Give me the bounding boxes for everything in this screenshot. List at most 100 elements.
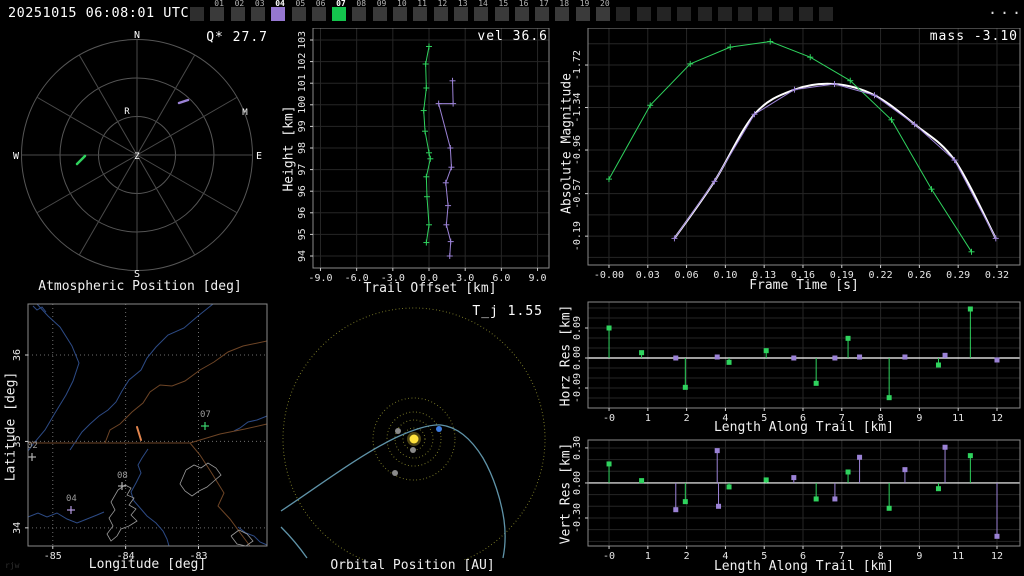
station-square-slot-22[interactable] bbox=[636, 7, 651, 21]
station-label-09: 09 bbox=[376, 0, 387, 8]
station-square-slot-29[interactable] bbox=[778, 7, 793, 21]
data-point bbox=[763, 477, 769, 483]
horz-res-ylabel: Horz Res [km] bbox=[558, 304, 574, 407]
y-tick-label: 100 bbox=[297, 96, 308, 114]
y-tick-label: 97 bbox=[297, 164, 308, 176]
station-square-14[interactable] bbox=[474, 7, 489, 21]
data-point bbox=[857, 354, 863, 360]
station-square-12[interactable] bbox=[433, 7, 448, 21]
station-square-slot-21[interactable] bbox=[616, 7, 631, 21]
polar-spoke bbox=[36, 154, 138, 214]
station-square-slot-27[interactable] bbox=[738, 7, 753, 21]
station-label-07: 07 bbox=[336, 0, 346, 8]
data-point bbox=[935, 486, 941, 492]
station-square-slot-28[interactable] bbox=[758, 7, 773, 21]
polar-spoke bbox=[136, 96, 238, 156]
watermark: rjw bbox=[5, 561, 20, 570]
vert-res-canvas: -0 1 2 4 5 6 7 8 9 11 120.300.00-0.30 bbox=[572, 436, 1021, 562]
y-tick-label: 98 bbox=[297, 142, 308, 154]
series-line-station-07 bbox=[608, 41, 972, 253]
station-marker-label-07: 07 bbox=[200, 410, 211, 420]
station-square-slot-30[interactable] bbox=[799, 7, 813, 21]
station-04-track bbox=[177, 98, 190, 105]
y-tick-label: -0.19 bbox=[572, 221, 583, 251]
station-square-10[interactable] bbox=[393, 7, 407, 21]
data-point bbox=[716, 503, 722, 509]
station-square-05[interactable] bbox=[291, 7, 306, 21]
station-label-08: 08 bbox=[356, 0, 367, 8]
map-urban-area bbox=[106, 484, 138, 542]
station-label-04: 04 bbox=[275, 0, 285, 8]
data-point bbox=[606, 325, 612, 331]
station-square-slot-31[interactable] bbox=[819, 7, 834, 21]
station-square-20[interactable] bbox=[596, 7, 610, 21]
compass-E: E bbox=[256, 151, 262, 162]
polar-spoke bbox=[136, 54, 196, 156]
station-square-15[interactable] bbox=[494, 7, 509, 21]
y-tick-label: 96 bbox=[297, 207, 308, 219]
map-river bbox=[233, 415, 268, 432]
sky-stat: Q* 27.7 bbox=[206, 30, 268, 45]
data-point bbox=[726, 359, 732, 365]
marker-label-M: M bbox=[242, 108, 248, 118]
y-tick-label: 99 bbox=[297, 120, 308, 132]
station-square-09[interactable] bbox=[372, 7, 387, 21]
station-square-19[interactable] bbox=[575, 7, 590, 21]
sky-plot-canvas: NESW ZR M bbox=[13, 30, 262, 280]
data-point bbox=[994, 357, 1000, 363]
overflow-ellipsis[interactable]: ... bbox=[988, 0, 1024, 18]
data-point bbox=[994, 533, 1000, 539]
mars-dot bbox=[392, 470, 398, 476]
vert-res-ylabel: Vert Res [km] bbox=[558, 442, 574, 545]
station-square-16[interactable] bbox=[514, 7, 529, 21]
station-square-06[interactable] bbox=[311, 7, 326, 21]
y-tick-label: 0.09 bbox=[572, 316, 583, 340]
trail-xlabel: Trail Offset [km] bbox=[363, 281, 497, 296]
station-label-15: 15 bbox=[498, 0, 509, 8]
data-point bbox=[845, 469, 851, 475]
station-label-03: 03 bbox=[254, 0, 265, 8]
station-square-slot-26[interactable] bbox=[717, 7, 732, 21]
meteoroid-orbit bbox=[280, 424, 506, 559]
data-point bbox=[886, 505, 892, 511]
data-point bbox=[673, 507, 679, 513]
station-square-07[interactable] bbox=[332, 7, 347, 21]
station-label-11: 11 bbox=[417, 0, 427, 8]
map-border bbox=[189, 423, 268, 444]
map-river bbox=[27, 303, 80, 452]
data-point bbox=[726, 484, 732, 490]
trail-plot-canvas: -9.0 -6.0 -3.0 0.0 3.0 6.0 9.01031021011009998… bbox=[297, 28, 550, 284]
data-point bbox=[967, 453, 973, 459]
station-square-18[interactable] bbox=[555, 7, 570, 21]
station-square-slot-0[interactable] bbox=[190, 7, 204, 21]
station-square-slot-25[interactable] bbox=[697, 7, 712, 21]
station-square-11[interactable] bbox=[413, 7, 428, 21]
station-square-01[interactable] bbox=[210, 7, 225, 21]
data-point bbox=[942, 352, 948, 358]
map-border bbox=[104, 340, 268, 444]
mercury-dot bbox=[410, 447, 416, 453]
data-point bbox=[942, 444, 948, 450]
station-square-17[interactable] bbox=[535, 7, 550, 21]
station-square-08[interactable] bbox=[352, 7, 367, 21]
marker-label-Z: Z bbox=[134, 152, 140, 162]
station-square-slot-24[interactable] bbox=[677, 7, 692, 21]
plot-frame bbox=[587, 28, 1021, 266]
vel-stat: vel 36.6 bbox=[477, 29, 548, 44]
station-label-01: 01 bbox=[214, 0, 224, 8]
data-point bbox=[967, 306, 973, 312]
station-square-02[interactable] bbox=[230, 7, 245, 21]
y-tick-label: 102 bbox=[297, 53, 308, 71]
data-point bbox=[832, 355, 838, 361]
data-point bbox=[813, 496, 819, 502]
station-square-03[interactable] bbox=[250, 7, 265, 21]
station-label-19: 19 bbox=[579, 0, 590, 8]
station-square-slot-23[interactable] bbox=[656, 7, 671, 21]
station-label-18: 18 bbox=[559, 0, 570, 8]
station-square-13[interactable] bbox=[453, 7, 468, 21]
station-square-04[interactable] bbox=[271, 7, 286, 21]
data-point bbox=[857, 454, 863, 460]
map-xlabel: Longitude [deg] bbox=[88, 557, 207, 572]
data-point bbox=[902, 467, 908, 473]
marker-label-R: R bbox=[124, 107, 130, 117]
